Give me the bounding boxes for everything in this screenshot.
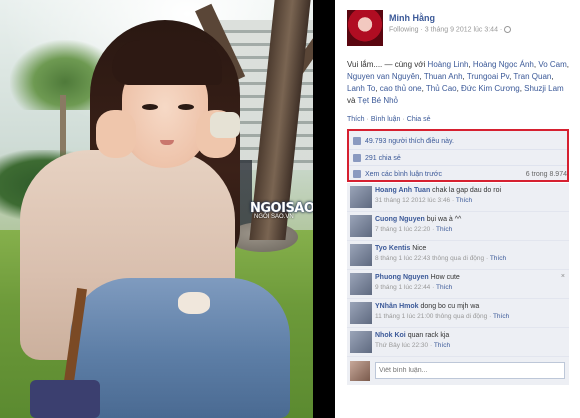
comment-item: Nhok Koi quan rack kja Thứ Bảy lúc 22:30… [347,328,569,357]
stats-box: 49.793 người thích điều này. 291 chia sẻ… [347,129,569,182]
comment-item: Hoang Anh Tuan chak la gap dau do roi 31… [347,183,569,212]
post-meta: Following · 3 tháng 9 2012 lúc 3:44 · [389,26,512,34]
commenter-avatar[interactable] [350,244,372,266]
tagged-person[interactable]: Đức Kim Cương [461,84,520,93]
comment-time[interactable]: Thứ Bảy lúc 22:30 [375,342,428,349]
comment-icon [353,170,361,178]
comment-list: Hoang Anh Tuan chak la gap dau do roi 31… [347,183,569,385]
comment-text: dong bo cu mjh wa [420,303,480,310]
snack-packet [210,112,240,138]
tagged-person[interactable]: Hoàng Linh [428,60,469,69]
tagged-person[interactable]: Vo Cam [538,60,566,69]
shares-row[interactable]: 291 chia sẻ [353,151,401,165]
close-icon[interactable]: × [561,273,565,280]
subject-bangs [112,40,222,85]
comment-like-link[interactable]: Thích [436,226,452,233]
post-sidebar: Minh Hằng Following · 3 tháng 9 2012 lúc… [335,0,580,418]
author-avatar[interactable] [347,10,383,46]
comment-author[interactable]: Tyo Kentis [375,245,410,252]
post-actions: Thích · Bình luận · Chia sẻ [347,116,431,123]
comment-like-link[interactable]: Thích [456,197,472,204]
post-meta-text: Following · 3 tháng 9 2012 lúc 3:44 · [389,26,503,34]
share-link[interactable]: Chia sẻ [407,116,431,123]
comment-text: How cute [430,274,460,281]
tagged-person[interactable]: Lanh To [347,84,375,93]
commenter-avatar[interactable] [350,273,372,295]
post-text: Vui lắm.... — cùng với Hoàng Linh, Hoàng… [347,60,570,105]
subject-eye [142,104,158,110]
comment-text: Nice [412,245,427,252]
bag [30,380,100,418]
comment-time[interactable]: 8 tháng 1 lúc 22:43 thông qua di động [375,255,484,262]
share-icon [353,154,361,162]
subject-hand [96,110,136,158]
comment-item: Cuong Nguyen bụi wa à ^^ 7 tháng 1 lúc 2… [347,212,569,241]
comment-text: chak la gap dau do roi [432,187,502,194]
comment-author[interactable]: Nhok Koi [375,332,406,339]
comment-author[interactable]: Cuong Nguyen [375,216,425,223]
comment-time[interactable]: 11 tháng 1 lúc 21:00 thông qua di động [375,313,487,320]
comment-item: Phuong Nguyen How cute 9 tháng 1 lúc 22:… [347,270,569,299]
post-text-prefix: Vui lắm.... — cùng với [347,60,426,69]
commenter-avatar[interactable] [350,331,372,353]
comment-input[interactable] [375,362,565,379]
comment-time[interactable]: 31 tháng 12 2012 lúc 3:46 [375,197,450,204]
comment-item: Tyo Kentis Nice 8 tháng 1 lúc 22:43 thôn… [347,241,569,270]
comment-like-link[interactable]: Thích [436,284,452,291]
tagged-person[interactable]: Trungoai Pv [467,72,509,81]
comment-like-link[interactable]: Thích [434,342,450,349]
tagged-person[interactable]: Hoàng Ngọc Ánh [473,60,534,69]
comment-item: YNhân Hmok dong bo cu mjh wa 11 tháng 1 … [347,299,569,328]
comment-like-link[interactable]: Thích [493,313,509,320]
tagged-person[interactable]: cao thủ one [380,84,422,93]
commenter-avatar[interactable] [350,302,372,324]
tagged-person[interactable]: Thủ Cao [426,84,457,93]
viewer-avatar [350,361,370,381]
author-name[interactable]: Minh Hằng [389,13,435,23]
tagged-person[interactable]: Tran Quan [513,72,551,81]
comment-time[interactable]: 7 tháng 1 lúc 22:20 [375,226,430,233]
likes-text[interactable]: 49.793 người thích điều này. [365,138,454,145]
tagged-person[interactable]: Nguyen van Nguyên [347,72,420,81]
lightbox-divider [313,0,335,418]
tagged-person[interactable]: Thuan Anh [424,72,463,81]
thumbs-up-icon [353,137,361,145]
tagged-person[interactable]: Shuzji Lam [524,84,564,93]
commenter-avatar[interactable] [350,186,372,208]
post-text-and: và [347,96,356,105]
globe-icon [504,26,512,33]
subject-eye [178,104,194,110]
comment-author[interactable]: Phuong Nguyen [375,274,429,281]
view-previous-row[interactable]: Xem các bình luận trước 6 trong 8.974 [353,167,567,181]
comment-author[interactable]: YNhân Hmok [375,303,419,310]
view-previous-link[interactable]: Xem các bình luận trước [365,171,442,178]
jeans-rip [178,292,210,314]
comment-author[interactable]: Hoang Anh Tuan [375,187,430,194]
shares-text[interactable]: 291 chia sẻ [365,155,401,162]
comment-text: quan rack kja [407,332,450,339]
likes-row[interactable]: 49.793 người thích điều này. [353,134,454,148]
like-link[interactable]: Thích [347,116,365,123]
comment-like-link[interactable]: Thích [490,255,506,262]
reply-box [347,357,569,385]
tagged-person[interactable]: Tẹt Bé Nhỏ [358,96,398,105]
comment-time[interactable]: 9 tháng 1 lúc 22:44 [375,284,430,291]
comment-link[interactable]: Bình luận [371,116,401,123]
comment-count: 6 trong 8.974 [525,170,567,178]
commenter-avatar[interactable] [350,215,372,237]
comment-text: bụi wa à ^^ [426,216,462,223]
